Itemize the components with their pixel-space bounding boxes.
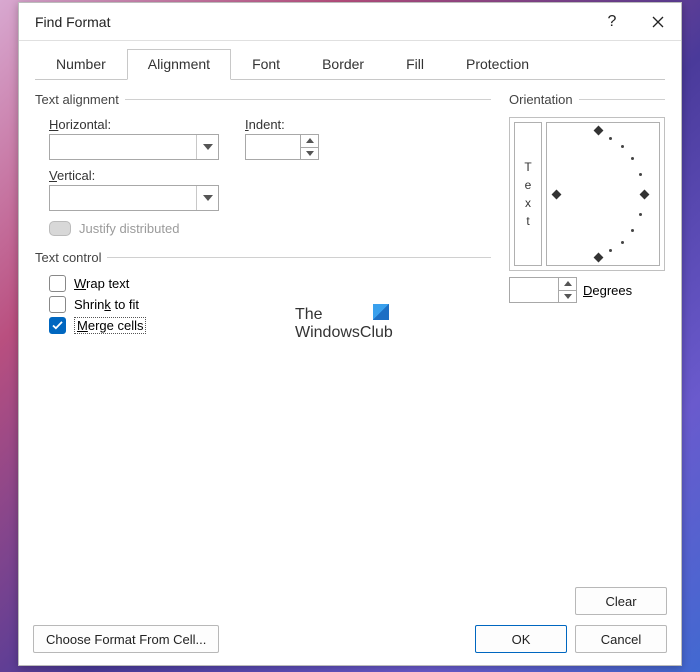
vertical-label: Vertical: — [49, 168, 491, 183]
degrees-spinner[interactable] — [509, 277, 577, 303]
degrees-label: Degrees — [583, 283, 632, 298]
tab-font[interactable]: Font — [231, 49, 301, 80]
choose-format-button[interactable]: Choose Format From Cell... — [33, 625, 219, 653]
close-icon — [652, 16, 664, 28]
orientation-arc[interactable] — [546, 122, 660, 266]
tab-fill[interactable]: Fill — [385, 49, 445, 80]
justify-distributed-check: Justify distributed — [49, 221, 491, 236]
titlebar: Find Format ? — [19, 3, 681, 41]
orientation-vertical-text[interactable]: T e x t — [514, 122, 542, 266]
vertical-combo[interactable] — [49, 185, 219, 211]
indent-spinner[interactable] — [245, 134, 319, 160]
indent-label: Indent: — [245, 117, 319, 132]
chevron-down-icon — [196, 135, 218, 159]
find-format-dialog: Find Format ? Number Alignment Font Bord… — [18, 2, 682, 666]
tab-bar: Number Alignment Font Border Fill Protec… — [35, 49, 665, 80]
tab-number[interactable]: Number — [35, 49, 127, 80]
help-button[interactable]: ? — [589, 3, 635, 41]
checkbox-disabled-icon — [49, 221, 71, 236]
orientation-group: Orientation T e x t — [509, 92, 665, 303]
clear-button[interactable]: Clear — [575, 587, 667, 615]
justify-label: Justify distributed — [79, 221, 179, 236]
tab-alignment[interactable]: Alignment — [127, 49, 231, 80]
text-control-group: Text control — [35, 250, 491, 265]
tab-border[interactable]: Border — [301, 49, 385, 80]
horizontal-combo[interactable] — [49, 134, 219, 160]
cancel-button[interactable]: Cancel — [575, 625, 667, 653]
horizontal-label: Horizontal: — [49, 117, 219, 132]
text-alignment-group: Text alignment — [35, 92, 491, 107]
dialog-title: Find Format — [35, 14, 589, 30]
spin-up-icon — [558, 278, 576, 291]
merge-cells-check[interactable]: Merge cells — [49, 317, 491, 334]
ok-button[interactable]: OK — [475, 625, 567, 653]
spin-down-icon — [300, 148, 318, 160]
spin-up-icon — [300, 135, 318, 148]
wrap-text-check[interactable]: Wrap text — [49, 275, 491, 292]
shrink-label: Shrink to fit — [74, 297, 139, 312]
wrap-label: Wrap text — [74, 276, 129, 291]
chevron-down-icon — [196, 186, 218, 210]
spin-down-icon — [558, 291, 576, 303]
checkbox-checked-icon — [49, 317, 66, 334]
merge-label: Merge cells — [74, 317, 146, 334]
watermark: The WindowsClub — [295, 306, 393, 343]
tab-protection[interactable]: Protection — [445, 49, 550, 80]
close-button[interactable] — [635, 3, 681, 41]
shrink-to-fit-check[interactable]: Shrink to fit — [49, 296, 491, 313]
tab-content: Text alignment Horizontal: Indent: — [35, 80, 665, 577]
